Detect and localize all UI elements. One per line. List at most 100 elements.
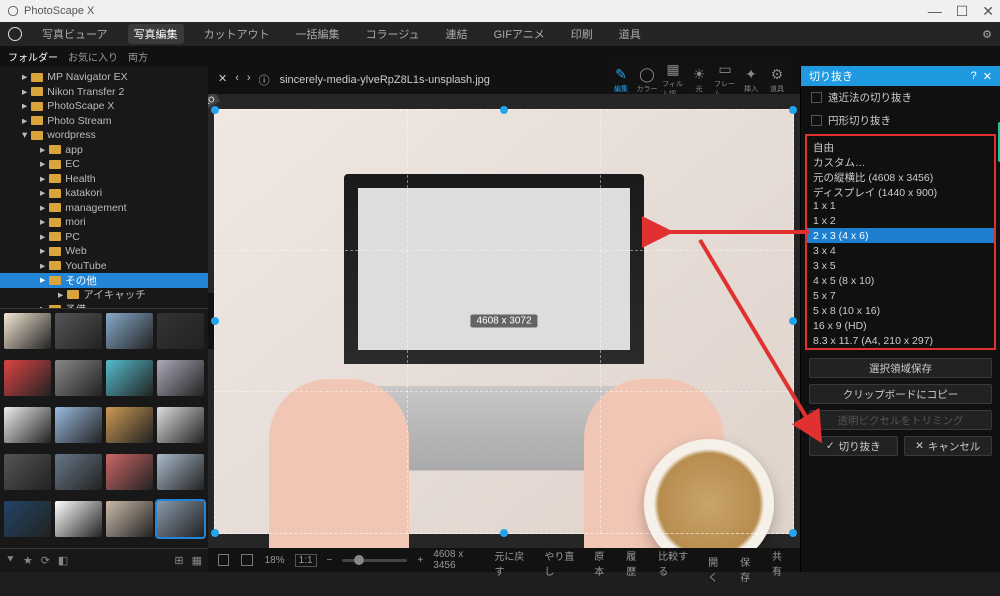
top-tab-edit[interactable]: 写真編集 — [128, 24, 184, 44]
thumbnail[interactable] — [55, 454, 102, 490]
tree-item[interactable]: ▸ Web — [0, 244, 208, 259]
thumbnail[interactable] — [4, 407, 51, 443]
thumbnail[interactable] — [4, 313, 51, 349]
zoom-in-button[interactable]: + — [417, 555, 423, 566]
ratio-option[interactable]: 4 x 5 (8 x 10) — [807, 273, 994, 288]
thumbnail[interactable] — [106, 454, 153, 490]
ratio-option[interactable]: 3 x 4 — [807, 243, 994, 258]
top-tab-combine[interactable]: 連結 — [440, 24, 474, 44]
ratio-option[interactable]: 8.5 x 11 (Letter) — [807, 348, 994, 350]
thumbnail[interactable] — [4, 360, 51, 396]
grid-icon[interactable] — [218, 554, 229, 566]
thumbnail[interactable] — [106, 360, 153, 396]
ratio-option[interactable]: カスタム… — [807, 153, 994, 168]
prev-image-button[interactable]: ‹ — [235, 72, 239, 88]
subtab-both[interactable]: 両方 — [128, 49, 148, 64]
info-icon[interactable]: ⓘ — [259, 72, 270, 88]
tree-item[interactable]: ▸ EC — [0, 157, 208, 172]
sort-icon[interactable]: ⊞ — [174, 554, 183, 567]
tool-tools-button[interactable]: ⚙道具 — [766, 67, 788, 94]
ratio-option[interactable]: 5 x 7 — [807, 288, 994, 303]
crop-confirm-button[interactable]: ✓切り抜き — [809, 436, 898, 456]
tree-item[interactable]: ▾ wordpress — [0, 128, 208, 143]
perspective-crop-checkbox[interactable]: 遠近法の切り抜き — [801, 86, 1000, 109]
ratio-option[interactable]: 1 x 2 — [807, 213, 994, 228]
circle-crop-checkbox[interactable]: 円形切り抜き — [801, 109, 1000, 132]
ratio-option[interactable]: 2 x 3 (4 x 6) — [807, 228, 994, 243]
tree-item[interactable]: ▸ management — [0, 201, 208, 216]
tree-item[interactable]: ▸ PhotoScape X — [0, 99, 208, 114]
tool-edit-button[interactable]: ✎編集 — [610, 67, 632, 94]
thumbnail[interactable] — [157, 360, 204, 396]
grid2-icon[interactable] — [241, 554, 252, 566]
copy-clipboard-button[interactable]: クリップボードにコピー — [809, 384, 992, 404]
tree-item[interactable]: ▸ Photo Stream — [0, 114, 208, 129]
tree-item[interactable]: ▸ PC — [0, 230, 208, 245]
save-selection-button[interactable]: 選択領域保存 — [809, 358, 992, 378]
next-image-button[interactable]: › — [247, 72, 251, 88]
subtab-folder[interactable]: フォルダー — [8, 49, 58, 64]
ratio-option[interactable]: 5 x 8 (10 x 16) — [807, 303, 994, 318]
zoom-out-button[interactable]: − — [327, 555, 333, 566]
thumbnail[interactable] — [157, 454, 204, 490]
thumbnail[interactable] — [157, 313, 204, 349]
ratio-option[interactable]: 元の縦横比 (4608 x 3456) — [807, 168, 994, 183]
trim-transparent-button[interactable]: 透明ピクセルをトリミング — [809, 410, 992, 430]
thumbnail[interactable] — [157, 501, 204, 537]
thumbnail[interactable] — [157, 407, 204, 443]
tree-item[interactable]: ▸ app — [0, 143, 208, 158]
ratio-option[interactable]: 16 x 9 (HD) — [807, 318, 994, 333]
crop-handle-mr[interactable] — [789, 317, 797, 325]
crop-handle-bc[interactable] — [500, 529, 508, 537]
ratio-option[interactable]: ディスプレイ (1440 x 900) — [807, 183, 994, 198]
thumbnail[interactable] — [55, 360, 102, 396]
help-icon[interactable]: ? — [971, 70, 977, 83]
thumbnail-grid[interactable] — [0, 308, 208, 548]
crop-handle-bl[interactable] — [211, 529, 219, 537]
favorite-star-icon[interactable]: ★ — [23, 554, 33, 567]
tree-item[interactable]: ▸ その他 — [0, 273, 208, 288]
crop-overlay[interactable]: 4608 x 3072 — [214, 109, 794, 534]
image-preview[interactable]: 4608 x 3072 PRO — [214, 109, 794, 534]
collapse-icon[interactable]: ⯆ — [6, 554, 15, 567]
thumbnail[interactable] — [4, 501, 51, 537]
tool-insert-button[interactable]: ✦挿入 — [740, 67, 762, 94]
top-tab-batch[interactable]: 一括編集 — [290, 24, 346, 44]
zoom-fit-button[interactable]: 1:1 — [295, 554, 317, 567]
crop-cancel-button[interactable]: ✕キャンセル — [904, 436, 993, 456]
tree-item[interactable]: ▸ katakori — [0, 186, 208, 201]
top-tab-collage[interactable]: コラージュ — [360, 24, 426, 44]
ratio-option[interactable]: 8.3 x 11.7 (A4, 210 x 297) — [807, 333, 994, 348]
tool-color-button[interactable]: ◯カラー — [636, 67, 658, 94]
filter-icon[interactable]: ◧ — [58, 554, 68, 567]
ratio-option[interactable]: 1 x 1 — [807, 198, 994, 213]
crop-handle-ml[interactable] — [211, 317, 219, 325]
top-tab-cutout[interactable]: カットアウト — [198, 24, 276, 44]
tree-item[interactable]: ▸ mori — [0, 215, 208, 230]
tree-item[interactable]: ▸ Nikon Transfer 2 — [0, 85, 208, 100]
subtab-favorites[interactable]: お気に入り — [68, 49, 118, 64]
folder-tree[interactable]: ▸ MP Navigator EX▸ Nikon Transfer 2▸ Pho… — [0, 66, 208, 308]
thumbnail[interactable] — [106, 407, 153, 443]
window-maximize-button[interactable]: ☐ — [956, 3, 969, 20]
tool-film-button[interactable]: ▦フィルム調 — [662, 62, 684, 99]
thumbnail[interactable] — [55, 313, 102, 349]
settings-gear-icon[interactable]: ⚙ — [982, 28, 992, 41]
refresh-icon[interactable]: ⟳ — [41, 554, 50, 567]
close-editor-button[interactable]: ✕ — [218, 72, 227, 88]
tool-frame-button[interactable]: ▭フレーム — [714, 62, 736, 99]
thumbnail[interactable] — [106, 501, 153, 537]
crop-handle-tc[interactable] — [500, 106, 508, 114]
crop-handle-br[interactable] — [789, 529, 797, 537]
close-panel-button[interactable]: ✕ — [983, 70, 992, 83]
canvas[interactable]: ‹ 4608 x 3072 PRO — [208, 94, 800, 548]
thumbnail[interactable] — [4, 454, 51, 490]
tree-item[interactable]: ▸ MP Navigator EX — [0, 70, 208, 85]
tree-item[interactable]: ▸ YouTube — [0, 259, 208, 274]
ratio-option[interactable]: 自由 — [807, 138, 994, 153]
tool-light-button[interactable]: ☀光 — [688, 67, 710, 94]
crop-handle-tr[interactable] — [789, 106, 797, 114]
top-tab-print[interactable]: 印刷 — [565, 24, 599, 44]
view-mode-icon[interactable]: ▦ — [192, 554, 202, 567]
window-minimize-button[interactable]: — — [928, 3, 942, 20]
